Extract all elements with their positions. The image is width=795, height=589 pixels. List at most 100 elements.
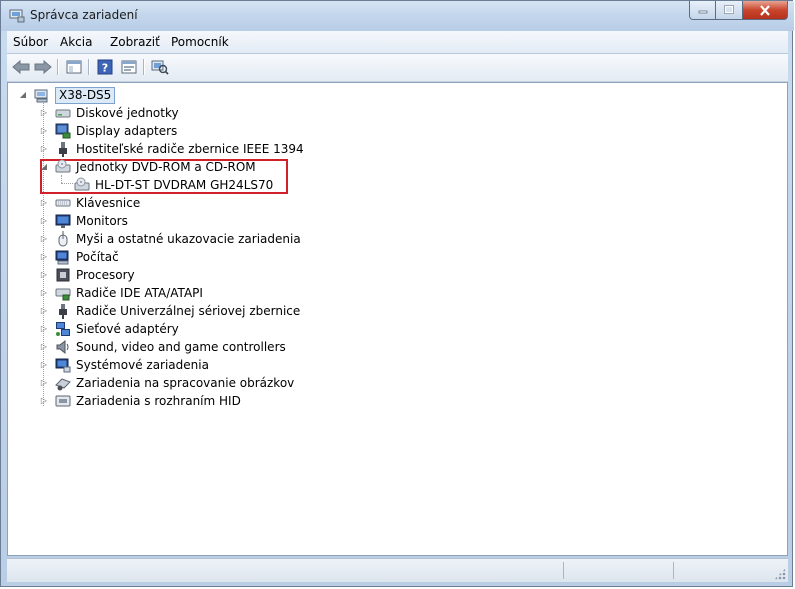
collapse-arrow-icon[interactable]: ◢ [18,90,28,100]
menu-bar: Súbor Akcia Zobraziť Pomocník [7,31,788,54]
expand-arrow-icon[interactable]: ▷ [39,198,49,208]
help-button[interactable]: ? [95,58,115,76]
collapse-arrow-icon[interactable]: ◢ [39,162,49,172]
disk-drive-icon [55,105,71,121]
tree-item-dvd-device[interactable]: HL-DT-ST DVDRAM GH24LS70 [74,176,273,194]
svg-text:?: ? [102,62,108,75]
maximize-icon [724,5,734,14]
tree-item-network-adapters[interactable]: ▷ Sieťové adaptéry [39,320,179,338]
back-button[interactable] [11,58,31,76]
forward-button[interactable] [33,58,53,76]
expand-arrow-icon[interactable]: ▷ [39,342,49,352]
window-title: Správca zariadení [30,8,138,22]
expand-arrow-icon[interactable]: ▷ [39,396,49,406]
close-button[interactable] [743,1,788,20]
sound-icon [55,339,71,355]
tree-item-label: Počítač [76,250,119,264]
tree-item-computer[interactable]: ▷ Počítač [39,248,119,266]
expand-arrow-icon[interactable]: ▷ [39,270,49,280]
tree-item-label: Zariadenia na spracovanie obrázkov [76,376,295,390]
expand-arrow-icon[interactable]: ▷ [39,126,49,136]
scan-hardware-icon [151,60,169,75]
monitor-icon [55,213,71,229]
expand-arrow-icon[interactable]: ▷ [39,324,49,334]
tree-item-system-devices[interactable]: ▷ Systémové zariadenia [39,356,209,374]
expand-arrow-icon[interactable]: ▷ [39,360,49,370]
expand-arrow-icon[interactable]: ▷ [39,306,49,316]
display-adapter-icon [55,123,71,139]
keyboard-icon [55,195,71,211]
tree-item-label: Zariadenia s rozhraním HID [76,394,241,408]
tree-item-monitors[interactable]: ▷ Monitors [39,212,128,230]
device-tree[interactable]: ◢ X38-DS5 ▷ Diskové jednotky ▷ Display a… [7,82,788,556]
properties-button[interactable] [119,58,139,76]
tree-item-label: Systémové zariadenia [76,358,209,372]
tree-item-ide-controllers[interactable]: ▷ Radiče IDE ATA/ATAPI [39,284,203,302]
menu-help[interactable]: Pomocník [171,35,229,49]
dvd-drive-icon [74,177,90,193]
forward-arrow-icon [34,60,52,74]
tree-item-label: Sieťové adaptéry [76,322,179,336]
properties-icon [121,60,137,74]
tree-item-label: Diskové jednotky [76,106,179,120]
close-icon [760,4,770,16]
maximize-button[interactable] [716,1,743,20]
tree-item-label: Radiče IDE ATA/ATAPI [76,286,203,300]
minimize-icon [698,10,707,14]
minimize-button[interactable] [689,1,716,20]
tree-item-label: Klávesnice [76,196,141,210]
tree-item-label: Hostiteľské radiče zbernice IEEE 1394 [76,142,304,156]
computer-icon [55,249,71,265]
menu-action[interactable]: Akcia [60,35,92,49]
tree-item-disk-drives[interactable]: ▷ Diskové jednotky [39,104,179,122]
back-arrow-icon [12,60,30,74]
network-adapter-icon [55,321,71,337]
tree-item-label: Monitors [76,214,128,228]
show-hide-tree-button[interactable] [64,58,84,76]
tree-item-label: Display adapters [76,124,178,138]
tree-item-label: Jednotky DVD-ROM a CD-ROM [76,160,256,174]
expand-arrow-icon[interactable]: ▷ [39,144,49,154]
tree-item-label: Procesory [76,268,135,282]
device-manager-icon [9,7,25,23]
system-device-icon [55,357,71,373]
menu-view[interactable]: Zobraziť [110,35,160,49]
root-label: X38-DS5 [55,86,116,104]
tree-item-usb-controllers[interactable]: ▷ Radiče Univerzálnej sériovej zbernice [39,302,300,320]
tree-item-keyboards[interactable]: ▷ Klávesnice [39,194,140,212]
tree-item-label: HL-DT-ST DVDRAM GH24LS70 [95,178,274,192]
show-hide-tree-icon [66,60,82,74]
tree-item-display-adapters[interactable]: ▷ Display adapters [39,122,177,140]
help-icon: ? [97,59,113,75]
tree-item-label: Sound, video and game controllers [76,340,286,354]
dvd-drive-icon [55,159,71,175]
usb-icon [55,303,71,319]
tree-item-sound-controllers[interactable]: ▷ Sound, video and game controllers [39,338,286,356]
tree-root[interactable]: ◢ X38-DS5 [18,86,116,104]
scan-hardware-button[interactable] [150,58,170,76]
processor-icon [55,267,71,283]
tree-item-ieee1394[interactable]: ▷ Hostiteľské radiče zbernice IEEE 1394 [39,140,304,158]
expand-arrow-icon[interactable]: ▷ [39,216,49,226]
resize-grip[interactable] [774,568,786,580]
tree-item-label: Myši a ostatné ukazovacie zariadenia [76,232,301,246]
computer-icon [34,87,50,103]
tree-item-processors[interactable]: ▷ Procesory [39,266,135,284]
ide-controller-icon [55,285,71,301]
tree-item-mice[interactable]: ▷ Myši a ostatné ukazovacie zariadenia [39,230,301,248]
mouse-icon [55,231,71,247]
expand-arrow-icon[interactable]: ▷ [39,378,49,388]
device-manager-window: Správca zariadení Súbor Akcia Zobraziť P… [0,0,794,587]
status-bar [7,558,788,582]
tree-item-hid[interactable]: ▷ Zariadenia s rozhraním HID [39,392,241,410]
title-bar[interactable]: Správca zariadení [1,1,794,31]
tree-item-imaging-devices[interactable]: ▷ Zariadenia na spracovanie obrázkov [39,374,294,392]
expand-arrow-icon[interactable]: ▷ [39,288,49,298]
imaging-device-icon [55,375,71,391]
expand-arrow-icon[interactable]: ▷ [39,108,49,118]
tree-item-dvd-cd-rom[interactable]: ◢ Jednotky DVD-ROM a CD-ROM [39,158,256,176]
expand-arrow-icon[interactable]: ▷ [39,252,49,262]
expand-arrow-icon[interactable]: ▷ [39,234,49,244]
menu-file[interactable]: Súbor [13,35,48,49]
toolbar: ? [7,54,788,82]
